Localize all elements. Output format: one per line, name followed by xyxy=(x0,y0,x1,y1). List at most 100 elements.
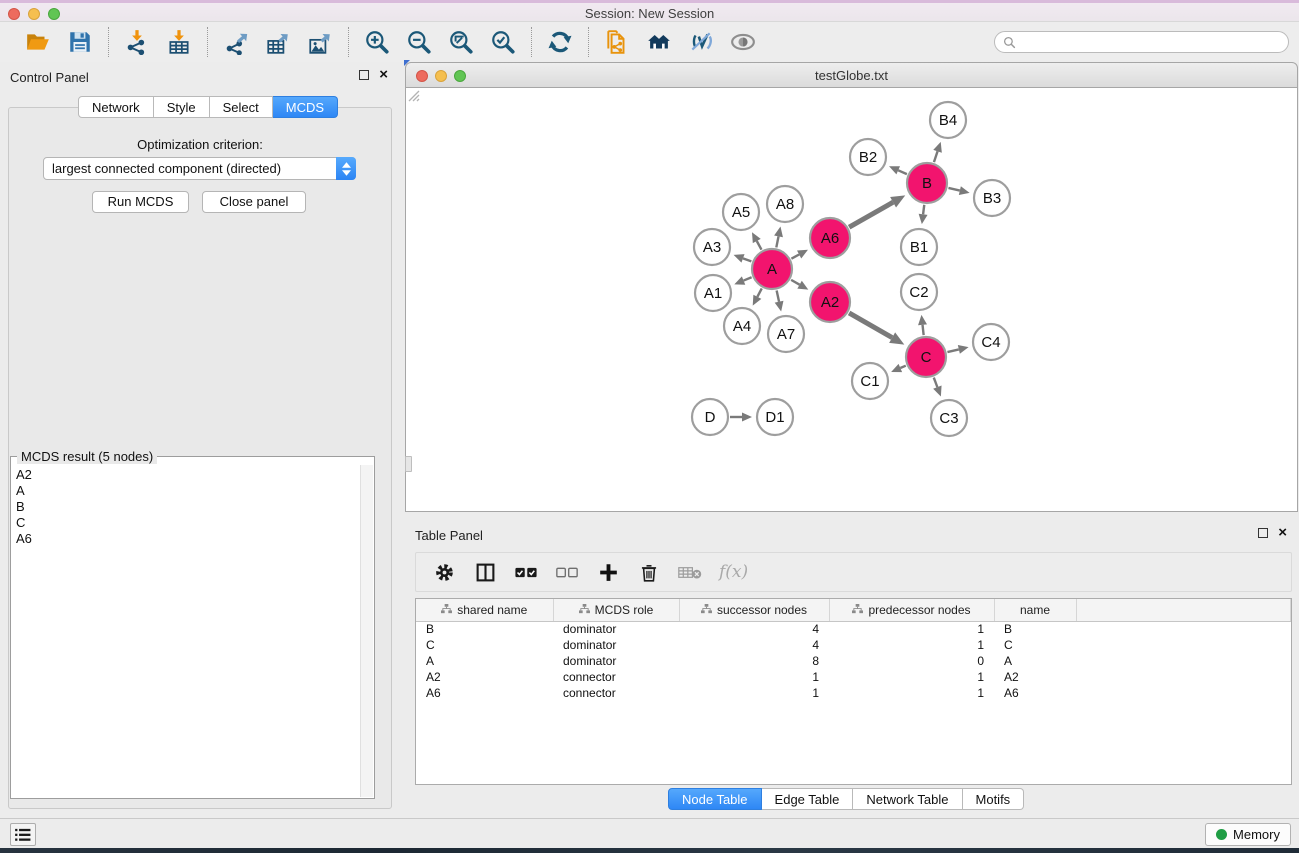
tab-network[interactable]: Network xyxy=(78,96,154,118)
table-row[interactable]: Cdominator41C xyxy=(416,637,1291,653)
graph-edge[interactable] xyxy=(947,349,958,352)
tab-motifs[interactable]: Motifs xyxy=(963,788,1025,810)
graph-node-label: B1 xyxy=(910,239,928,256)
tab-mcds[interactable]: MCDS xyxy=(273,96,338,118)
show-task-history-button[interactable] xyxy=(10,823,36,846)
refresh-icon xyxy=(547,29,573,55)
network-window-title: testGlobe.txt xyxy=(406,68,1297,83)
column-header-predecessor-nodes[interactable]: predecessor nodes xyxy=(829,599,994,621)
memory-button[interactable]: Memory xyxy=(1205,823,1291,846)
main-toolbar xyxy=(0,22,1299,62)
new-network-from-selection-button[interactable] xyxy=(603,28,631,56)
network-graph[interactable]: B4B2BB3A8A5A6A3B1AA1C2A2A4A7C4CC1C3DD1 xyxy=(406,88,1297,510)
graph-edge[interactable] xyxy=(934,378,938,388)
column-header-MCDS-role[interactable]: MCDS role xyxy=(553,599,679,621)
refresh-button[interactable] xyxy=(546,28,574,56)
column-header-shared-name[interactable]: shared name xyxy=(416,599,553,621)
close-table-panel-icon[interactable]: × xyxy=(1278,528,1287,538)
column-header-successor-nodes[interactable]: successor nodes xyxy=(679,599,829,621)
graph-edge[interactable] xyxy=(777,291,779,302)
network-window-titlebar[interactable]: testGlobe.txt xyxy=(405,62,1298,88)
zoom-selected-button[interactable] xyxy=(489,28,517,56)
criterion-dropdown[interactable]: largest connected component (directed) xyxy=(43,157,356,180)
graph-edge[interactable] xyxy=(757,241,762,250)
graph-edge-arrow xyxy=(775,301,784,312)
graph-edge-arrow xyxy=(919,214,928,224)
graph-edge[interactable] xyxy=(849,313,892,338)
graph-node-label: A8 xyxy=(776,196,794,213)
zoom-out-button[interactable] xyxy=(405,28,433,56)
float-panel-icon[interactable] xyxy=(359,70,369,80)
close-panel-button[interactable]: Close panel xyxy=(202,191,306,213)
delete-table-button[interactable] xyxy=(678,560,702,584)
select-all-button[interactable] xyxy=(514,560,538,584)
graph-edge[interactable] xyxy=(791,254,799,258)
table-row[interactable]: Bdominator41B xyxy=(416,621,1291,637)
splitter-grip[interactable] xyxy=(405,456,412,472)
graph-node-label: C3 xyxy=(939,410,958,427)
deselect-all-button[interactable] xyxy=(555,560,579,584)
result-scrollbar[interactable] xyxy=(360,465,373,797)
export-image-button[interactable] xyxy=(306,28,334,56)
save-session-button[interactable] xyxy=(66,28,94,56)
eye-icon xyxy=(730,29,756,55)
graph-edge[interactable] xyxy=(898,170,907,174)
graph-node-label: B xyxy=(922,175,932,192)
import-network-button[interactable] xyxy=(123,28,151,56)
resize-grip-icon[interactable] xyxy=(406,88,420,102)
result-item[interactable]: A xyxy=(14,483,358,499)
export-network-button[interactable] xyxy=(222,28,250,56)
graph-edge[interactable] xyxy=(743,258,751,261)
graph-edge[interactable] xyxy=(900,366,905,368)
table-row[interactable]: A2connector11A2 xyxy=(416,669,1291,685)
graph-edge[interactable] xyxy=(923,205,924,214)
tab-node-table[interactable]: Node Table xyxy=(668,788,762,810)
mcds-result-list[interactable]: A2ABCA6 xyxy=(14,467,358,795)
float-table-panel-icon[interactable] xyxy=(1258,528,1268,538)
eye-button[interactable] xyxy=(729,28,757,56)
tab-edge-table[interactable]: Edge Table xyxy=(762,788,854,810)
optimization-criterion-label: Optimization criterion: xyxy=(0,137,400,152)
result-item[interactable]: A6 xyxy=(14,531,358,547)
tab-network-table[interactable]: Network Table xyxy=(853,788,962,810)
delete-button[interactable] xyxy=(637,560,661,584)
graph-edge[interactable] xyxy=(744,277,752,280)
graph-edge[interactable] xyxy=(849,202,893,227)
close-panel-icon[interactable]: × xyxy=(379,70,388,80)
table-options-button[interactable] xyxy=(432,560,456,584)
zoom-in-button[interactable] xyxy=(363,28,391,56)
control-panel-tabs: NetworkStyleSelectMCDS xyxy=(78,96,338,118)
home-button[interactable] xyxy=(645,28,673,56)
home-icon xyxy=(646,29,672,55)
zoom-fit-button[interactable] xyxy=(447,28,475,56)
tab-style[interactable]: Style xyxy=(154,96,210,118)
graph-edge[interactable] xyxy=(923,325,924,335)
table-row[interactable]: A6connector11A6 xyxy=(416,685,1291,701)
import-table-button[interactable] xyxy=(165,28,193,56)
result-item[interactable]: C xyxy=(14,515,358,531)
show-columns-button[interactable] xyxy=(473,560,497,584)
graph-edge[interactable] xyxy=(934,151,938,162)
search-field[interactable] xyxy=(994,31,1289,53)
run-mcds-button[interactable]: Run MCDS xyxy=(92,191,189,213)
create-column-button[interactable] xyxy=(596,560,620,584)
hide-graphics-details-button[interactable] xyxy=(687,28,715,56)
function-builder-button[interactable]: f(x) xyxy=(719,562,748,582)
export-table-button[interactable] xyxy=(264,28,292,56)
network-canvas[interactable]: B4B2BB3A8A5A6A3B1AA1C2A2A4A7C4CC1C3DD1 xyxy=(405,88,1298,512)
graph-edge[interactable] xyxy=(757,288,761,296)
zoom-in-icon xyxy=(364,29,390,55)
result-item[interactable]: A2 xyxy=(14,467,358,483)
graph-edge[interactable] xyxy=(776,236,778,247)
graph-edge[interactable] xyxy=(948,188,959,191)
node-table[interactable]: shared nameMCDS rolesuccessor nodesprede… xyxy=(415,598,1292,785)
table-row[interactable]: Adominator80A xyxy=(416,653,1291,669)
zoom-fit-icon xyxy=(448,29,474,55)
search-input[interactable] xyxy=(1016,33,1288,51)
graph-edge[interactable] xyxy=(791,280,799,285)
result-item[interactable]: B xyxy=(14,499,358,515)
open-file-button[interactable] xyxy=(24,28,52,56)
tab-select[interactable]: Select xyxy=(210,96,273,118)
column-header-name[interactable]: name xyxy=(994,599,1076,621)
graph-node-label: D xyxy=(705,409,716,426)
